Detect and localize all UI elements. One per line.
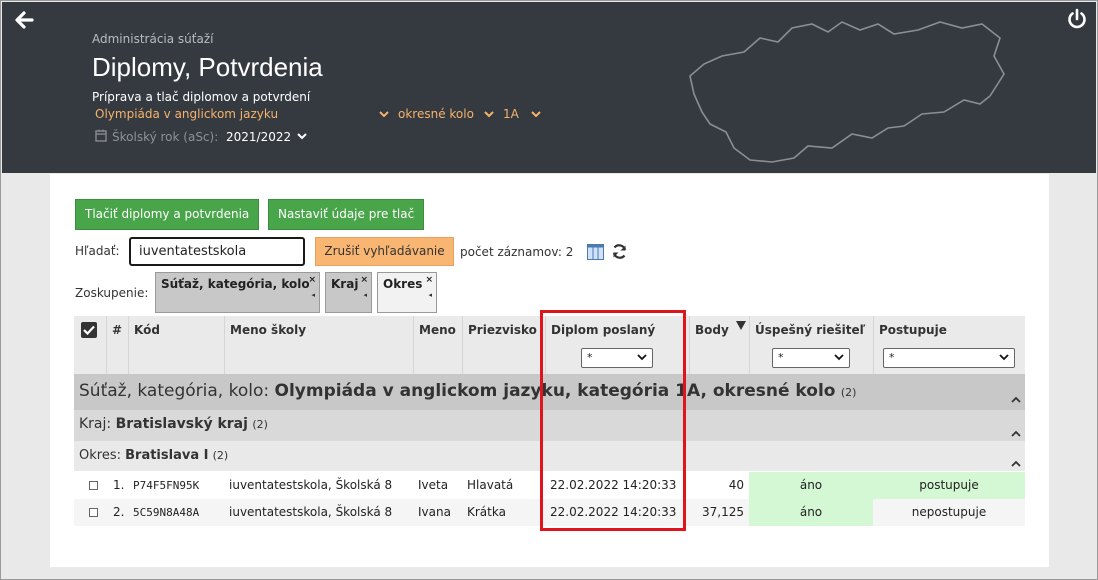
row-last-name: Hlavatá xyxy=(467,478,514,492)
group-chip-label: Okres xyxy=(383,277,423,291)
row-first-name: Ivana xyxy=(418,505,451,519)
chevron-down-icon[interactable] xyxy=(531,111,541,119)
group-count: (2) xyxy=(252,418,268,431)
refresh-icon[interactable] xyxy=(611,243,628,260)
check-icon xyxy=(83,325,95,335)
row-checkbox[interactable] xyxy=(89,481,98,490)
filter-value: * xyxy=(889,351,895,364)
group-count: (2) xyxy=(840,386,857,399)
round-selector[interactable]: okresné kolo xyxy=(398,107,474,121)
school-year-label: Školský rok (aSc): xyxy=(112,130,219,144)
page-description: Príprava a tlač diplomov a potvrdení xyxy=(92,90,311,104)
row-code: P74F5FN95K xyxy=(133,479,200,492)
filter-value: * xyxy=(778,351,784,364)
remove-icon[interactable]: × xyxy=(360,275,368,285)
row-last-name: Krátka xyxy=(467,505,506,519)
group-chip-region[interactable]: Kraj × ◂ xyxy=(325,272,372,313)
competition-selector[interactable]: Olympiáda v anglickom jazyku xyxy=(95,107,278,121)
sort-desc-icon[interactable] xyxy=(736,321,746,330)
category-selector[interactable]: 1A xyxy=(503,107,519,121)
search-input[interactable]: iuventatestskola xyxy=(129,237,305,266)
school-year-selector[interactable]: 2021/2022 xyxy=(226,130,291,144)
sort-icon[interactable]: ◂ xyxy=(428,291,432,299)
column-header-first-name[interactable]: Meno xyxy=(413,316,462,374)
row-points: 40 xyxy=(728,478,744,492)
row-number: 2. xyxy=(113,505,125,519)
row-code: 5C59N8A48A xyxy=(133,506,200,519)
columns-icon[interactable] xyxy=(587,244,604,260)
collapse-icon[interactable] xyxy=(1011,430,1021,437)
remove-icon[interactable]: × xyxy=(425,275,433,285)
group-chip-competition[interactable]: Súťaž, kategória, kolo × ◂ xyxy=(155,272,320,313)
column-header-school[interactable]: Meno školy xyxy=(224,316,413,374)
row-checkbox[interactable] xyxy=(89,508,98,517)
row-successful: áno xyxy=(749,499,873,526)
group-chip-label: Súťaž, kategória, kolo xyxy=(161,277,310,291)
collapse-icon[interactable] xyxy=(1011,396,1021,403)
highlight-box xyxy=(540,310,686,531)
record-count: počet záznamov: 2 xyxy=(460,245,574,259)
group-label: Okres: xyxy=(79,448,121,463)
breadcrumb: Administrácia súťaží xyxy=(92,32,214,46)
sort-icon[interactable]: ◂ xyxy=(311,291,315,299)
group-chip-label: Kraj xyxy=(331,277,359,291)
print-diplomas-button[interactable]: Tlačiť diplomy a potvrdenia xyxy=(75,199,260,230)
column-header-num[interactable]: # xyxy=(106,316,128,374)
row-advances: nepostupuje xyxy=(911,505,987,519)
group-value: Bratislava I xyxy=(125,448,209,463)
select-all-checkbox[interactable] xyxy=(81,322,97,338)
group-label: Súťaž, kategória, kolo: xyxy=(79,381,270,401)
row-number: 1. xyxy=(113,478,125,492)
group-value: Bratislavský kraj xyxy=(115,416,248,432)
row-advances: postupuje xyxy=(873,472,1025,499)
row-school: iuventatestskola, Školská 8 xyxy=(229,505,393,519)
calendar-icon xyxy=(95,129,107,142)
slovakia-map-outline xyxy=(689,21,1005,163)
column-header-last-name[interactable]: Priezvisko xyxy=(462,316,545,374)
chevron-down-icon[interactable] xyxy=(379,111,389,119)
print-settings-button[interactable]: Nastaviť údaje pre tlač xyxy=(268,199,425,230)
page-header: Administrácia súťaží Diplomy, Potvrdenia… xyxy=(2,2,1096,173)
successful-filter-select[interactable]: * xyxy=(772,348,850,368)
sort-icon[interactable]: ◂ xyxy=(363,291,367,299)
row-successful: áno xyxy=(749,472,873,499)
row-first-name: Iveta xyxy=(418,478,449,492)
chevron-down-icon xyxy=(999,354,1009,361)
cancel-search-button[interactable]: Zrušiť vyhľadávanie xyxy=(315,237,454,266)
row-school: iuventatestskola, Školská 8 xyxy=(229,478,393,492)
remove-icon[interactable]: × xyxy=(308,275,316,285)
power-icon[interactable] xyxy=(1066,8,1088,30)
group-chip-district[interactable]: Okres × ◂ xyxy=(377,272,437,313)
group-count: (2) xyxy=(212,449,229,462)
page-title: Diplomy, Potvrdenia xyxy=(92,52,323,82)
collapse-icon[interactable] xyxy=(1011,460,1021,467)
grouping-label: Zoskupenie: xyxy=(75,286,149,300)
chevron-down-icon[interactable] xyxy=(484,111,494,119)
search-label: Hľadať: xyxy=(75,244,120,258)
chevron-down-icon[interactable] xyxy=(297,133,307,141)
advances-filter-select[interactable]: * xyxy=(883,348,1015,368)
chevron-down-icon xyxy=(834,354,844,361)
column-header-code[interactable]: Kód xyxy=(128,316,224,374)
row-points: 37,125 xyxy=(702,505,744,519)
back-arrow-icon[interactable] xyxy=(12,8,36,32)
group-label: Kraj: xyxy=(79,416,112,432)
